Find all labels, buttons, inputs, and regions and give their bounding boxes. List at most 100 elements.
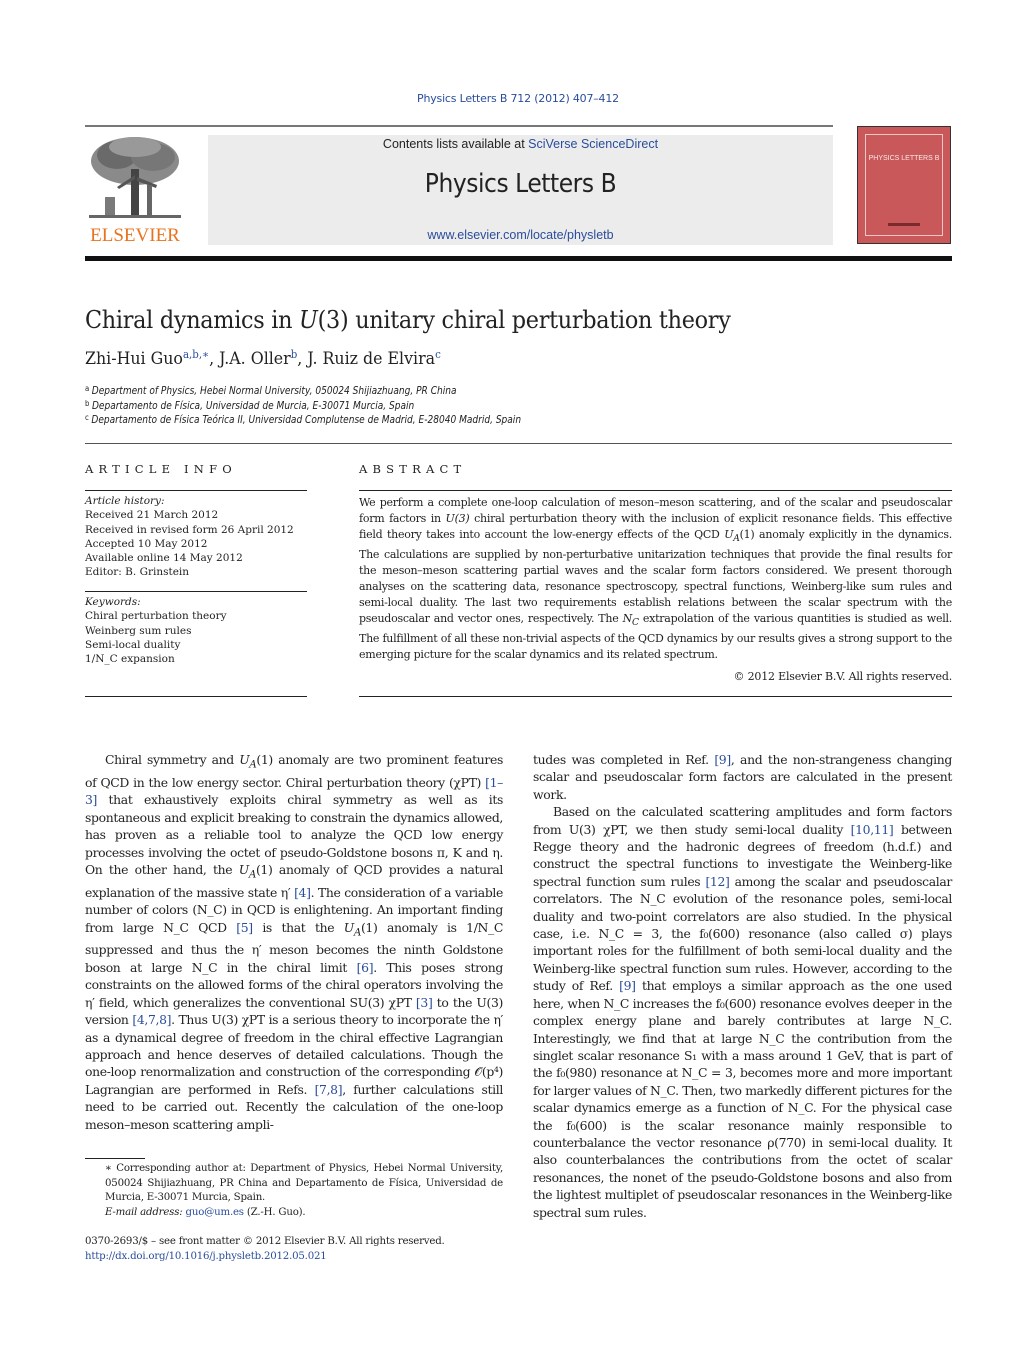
author-name[interactable]: J.A. Oller <box>219 349 291 369</box>
history-label: Article history: <box>85 495 165 507</box>
body-paragraph: tudes was completed in Ref. [9], and the… <box>533 751 952 803</box>
body-column-left: Chiral symmetry and UA(1) anomaly are tw… <box>85 751 503 1133</box>
affiliation-text: Departamento de Física, Universidad de M… <box>91 400 415 412</box>
article-history: Article history: Received 21 March 2012 … <box>85 494 315 580</box>
email-link[interactable]: guo@um.es <box>186 1207 245 1218</box>
author-name[interactable]: J. Ruiz de Elvira <box>307 349 435 369</box>
citation-link[interactable]: [12] <box>705 874 729 889</box>
affiliation-text: Departamento de Física Teórica II, Unive… <box>91 414 522 426</box>
abstract-body: We perform a complete one-loop calculati… <box>359 495 952 662</box>
info-rule <box>85 591 307 592</box>
sciencedirect-link[interactable]: SciVerse ScienceDirect <box>528 137 658 151</box>
author-affil-marker[interactable]: c <box>435 348 441 361</box>
keywords-label: Keywords: <box>85 596 141 608</box>
journal-homepage-link[interactable]: www.elsevier.com/locate/physletb <box>208 228 833 242</box>
body-text: is that the <box>252 919 344 935</box>
cover-publisher-mark <box>888 223 920 226</box>
contents-availability: Contents lists available at SciVerse Sci… <box>208 137 833 151</box>
citation-link[interactable]: [9] <box>714 752 731 767</box>
affiliation: a Department of Physics, Hebei Normal Uni… <box>85 384 457 398</box>
math-ua1: U <box>238 861 249 877</box>
math-sub: C <box>632 616 639 628</box>
info-rule <box>85 490 307 491</box>
body-text: that employs a similar approach as the o… <box>533 978 952 1220</box>
front-matter: 0370-2693/$ – see front matter © 2012 El… <box>85 1234 445 1264</box>
author-affil-marker[interactable]: a,b,∗ <box>183 348 209 361</box>
citation-link[interactable]: [4,7,8] <box>132 1012 171 1027</box>
journal-citation[interactable]: Physics Letters B 712 (2012) 407–412 <box>0 92 1020 105</box>
history-item: Accepted 10 May 2012 <box>85 537 208 550</box>
doi-link[interactable]: http://dx.doi.org/10.1016/j.physletb.201… <box>85 1249 445 1264</box>
body-text: among the scalar and pseudoscalar correl… <box>533 873 952 994</box>
citation-link[interactable]: [9] <box>619 978 636 993</box>
keyword[interactable]: Weinberg sum rules <box>85 624 315 638</box>
math-ua1: U <box>724 527 734 541</box>
title-text-end: unitary chiral perturbation theory <box>348 306 731 334</box>
author-name[interactable]: Zhi-Hui Guo <box>85 349 183 369</box>
title-math-symbol: U <box>299 306 318 334</box>
footnote-email-line: E-mail address: guo@um.es (Z.-H. Guo). <box>85 1206 503 1221</box>
footnote-text: Corresponding author at: Department of P… <box>105 1163 503 1203</box>
email-label: E-mail address: <box>105 1206 183 1218</box>
history-item: Available online 14 May 2012 <box>85 552 243 565</box>
footnote-rule <box>85 1158 145 1159</box>
math-ua1: U <box>343 919 354 935</box>
citation-link[interactable]: [5] <box>236 920 253 935</box>
keyword[interactable]: Chiral perturbation theory <box>85 609 315 623</box>
abstract-rule <box>359 490 952 491</box>
citation-link[interactable]: [7,8] <box>315 1082 343 1097</box>
title-math-arg: (3) <box>317 306 349 334</box>
keyword[interactable]: Semi-local duality <box>85 638 315 652</box>
author-list: Zhi-Hui Guoa,b,∗, J.A. Ollerb, J. Ruiz d… <box>85 349 441 369</box>
citation-link[interactable]: [6] <box>357 960 374 975</box>
math-u3: U(3) <box>445 511 470 525</box>
paper-title: Chiral dynamics in U(3) unitary chiral p… <box>85 306 731 334</box>
footnote-body: ∗ Corresponding author at: Department of… <box>85 1162 503 1206</box>
math-ua1: U <box>239 752 250 767</box>
author-separator: , <box>209 349 220 369</box>
article-info-heading: ARTICLE INFO <box>85 462 237 476</box>
affiliation-key: b <box>85 399 90 408</box>
affiliation-key: a <box>85 384 90 393</box>
affiliation: b Departamento de Física, Universidad de … <box>85 399 415 413</box>
cover-title: PHYSICS LETTERS B <box>868 155 940 162</box>
history-item: Editor: B. Grinstein <box>85 566 190 579</box>
affiliation-text: Department of Physics, Hebei Normal Univ… <box>91 385 457 397</box>
title-text: Chiral dynamics in <box>85 306 300 334</box>
body-column-right: tudes was completed in Ref. [9], and the… <box>533 751 952 1221</box>
corresponding-author-footnote: ∗ Corresponding author at: Department of… <box>85 1162 503 1220</box>
math-arg: (1) <box>360 919 378 935</box>
history-item: Received 21 March 2012 <box>85 509 219 522</box>
history-item: Received in revised form 26 April 2012 <box>85 523 294 536</box>
journal-cover-thumbnail[interactable]: PHYSICS LETTERS B <box>857 126 951 244</box>
abstract-copyright: © 2012 Elsevier B.V. All rights reserved… <box>733 670 953 683</box>
info-rule <box>85 696 307 697</box>
affiliation-key: c <box>85 413 89 422</box>
elsevier-tree-icon <box>89 137 181 218</box>
cover-frame <box>865 134 943 236</box>
keywords: Keywords: Chiral perturbation theory Wei… <box>85 595 315 666</box>
header-rule <box>85 125 833 127</box>
citation-link[interactable]: [10,11] <box>851 822 894 837</box>
footnote-marker: ∗ <box>105 1163 112 1174</box>
journal-banner: Contents lists available at SciVerse Sci… <box>208 135 833 245</box>
citation-link[interactable]: [3] <box>416 995 433 1010</box>
abstract-rule <box>359 696 952 697</box>
body-paragraph: Chiral symmetry and UA(1) anomaly are tw… <box>85 751 503 1133</box>
email-owner: (Z.-H. Guo). <box>243 1206 306 1218</box>
abstract-text: anomaly explicitly in the dynamics. The … <box>359 527 953 625</box>
math-arg: (1) <box>739 527 755 541</box>
journal-title: Physics Letters B <box>424 169 617 199</box>
math-sub: A <box>248 868 256 881</box>
elsevier-logo[interactable]: ELSEVIER <box>85 135 185 247</box>
affiliation: c Departamento de Física Teórica II, Univ… <box>85 413 522 427</box>
math-sub: A <box>353 926 361 939</box>
citation-link[interactable]: [4] <box>294 885 311 900</box>
keyword[interactable]: 1/N_C expansion <box>85 652 315 666</box>
math-arg: (1) <box>255 861 273 877</box>
body-text: tudes was completed in Ref. <box>533 752 715 767</box>
affiliation-rule <box>85 443 952 444</box>
body-paragraph: Based on the calculated scattering ampli… <box>533 803 952 1221</box>
masthead-rule <box>85 256 952 261</box>
body-text: Chiral symmetry and <box>105 752 240 767</box>
